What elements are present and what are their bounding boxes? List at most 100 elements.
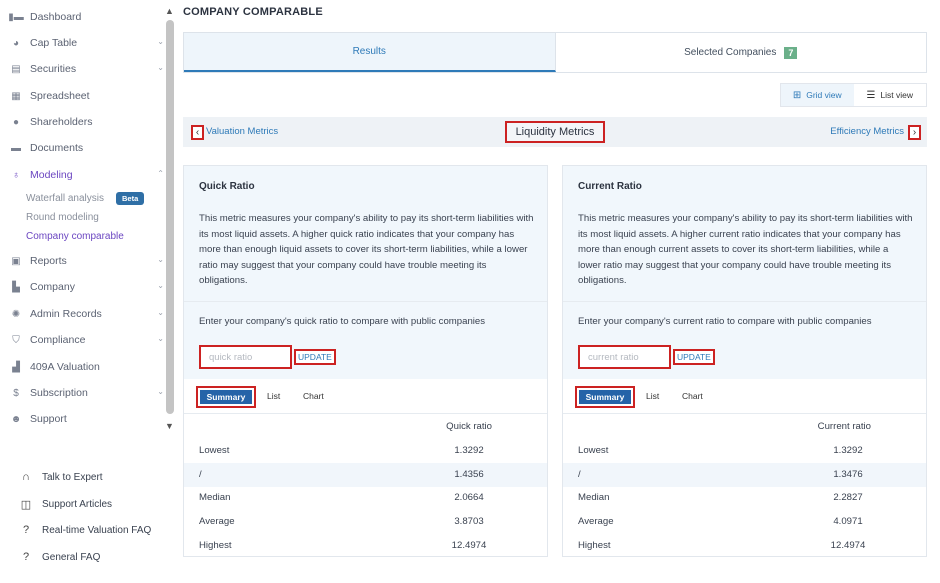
help-icon: ? <box>22 524 30 536</box>
footer-talk-to-expert[interactable]: ∩ Talk to Expert <box>20 468 103 486</box>
sidebar-sub-company-comparable[interactable]: Company comparable <box>26 228 124 244</box>
sidebar: ▮▬ Dashboard ◕ Cap Table ⌄ ▤ Securities … <box>0 0 176 583</box>
divider <box>184 301 547 302</box>
table-column-header: Current ratio <box>817 421 871 432</box>
help-icon: ? <box>22 551 30 563</box>
sidebar-item-admin-records[interactable]: ✺ Admin Records ⌄ <box>10 303 166 325</box>
list-icon: ☰ <box>866 89 876 101</box>
summary-tab-wrapper: Summary <box>575 386 635 408</box>
headset-icon: ∩ <box>22 471 30 483</box>
tab-results[interactable]: Results <box>184 33 556 72</box>
prev-metric-chevron-left-icon[interactable]: ‹ <box>191 125 204 140</box>
sidebar-item-compliance[interactable]: ⛉ Compliance ⌄ <box>10 329 166 351</box>
table-row: Median 2.0664 <box>199 492 484 503</box>
dashboard-icon: ▮▬ <box>8 11 24 23</box>
building-icon: ▙ <box>12 281 20 293</box>
list-tab[interactable]: List <box>267 391 280 401</box>
main-content: COMPANY COMPARABLE Results Selected Comp… <box>183 0 927 583</box>
card-description: This metric measures your company's abil… <box>578 213 913 286</box>
tab-selected-companies[interactable]: Selected Companies 7 <box>556 33 927 72</box>
pie-chart-icon: ◕ <box>12 37 20 49</box>
table-row: Lowest 1.3292 <box>199 445 484 456</box>
update-button[interactable]: UPDATE <box>294 349 336 365</box>
metric-navigator: ‹ Valuation Metrics Liquidity Metrics Ef… <box>183 117 927 147</box>
sidebar-item-securities[interactable]: ▤ Securities ⌄ <box>10 58 166 80</box>
sidebar-scrollbar[interactable] <box>166 20 174 414</box>
summary-tab-wrapper: Summary <box>196 386 256 408</box>
support-icon: ☻ <box>10 413 22 425</box>
chevron-up-icon: ⌃ <box>157 169 164 178</box>
current-metric-title: Liquidity Metrics <box>505 121 605 143</box>
sidebar-item-support[interactable]: ☻ Support <box>10 408 166 430</box>
current-ratio-input[interactable] <box>578 345 671 369</box>
view-subtabs: Summary List Chart <box>184 380 547 414</box>
summary-tab[interactable]: Summary <box>579 390 631 404</box>
chevron-down-icon: ⌄ <box>157 37 164 46</box>
sidebar-item-dashboard[interactable]: ▮▬ Dashboard <box>8 6 166 28</box>
scroll-up-arrow-icon[interactable]: ▲ <box>165 6 174 16</box>
sidebar-item-documents[interactable]: ▬ Documents <box>10 137 166 159</box>
chevron-down-icon: ⌄ <box>157 63 164 72</box>
prev-metric-link[interactable]: Valuation Metrics <box>206 126 278 137</box>
report-icon: ▣ <box>11 255 21 267</box>
grid-icon: ▦ <box>11 90 21 102</box>
sidebar-sub-round-modeling[interactable]: Round modeling <box>26 209 99 225</box>
view-toggle: ⊞ Grid view ☰ List view <box>780 83 927 107</box>
sidebar-item-company[interactable]: ▙ Company ⌄ <box>10 276 166 298</box>
sidebar-item-cap-table[interactable]: ◕ Cap Table ⌄ <box>10 32 166 54</box>
chevron-down-icon: ⌄ <box>157 387 164 396</box>
chevron-down-icon: ⌄ <box>157 281 164 290</box>
scroll-down-arrow-icon[interactable]: ▼ <box>165 421 174 431</box>
table-row: Lowest 1.3292 <box>578 445 863 456</box>
book-icon: ◫ <box>20 498 32 511</box>
next-metric-chevron-right-icon[interactable]: › <box>908 125 921 140</box>
table-row: Median 2.2827 <box>578 492 863 503</box>
tabs: Results Selected Companies 7 <box>183 32 927 73</box>
table-row: / 1.3476 <box>563 463 926 487</box>
summary-tab[interactable]: Summary <box>200 390 252 404</box>
footer-support-articles[interactable]: ◫ Support Articles <box>20 495 112 513</box>
sidebar-item-spreadsheet[interactable]: ▦ Spreadsheet <box>10 85 166 107</box>
card-title: Quick Ratio <box>199 181 255 192</box>
quick-ratio-input[interactable] <box>199 345 292 369</box>
dollar-icon: $ <box>13 387 19 399</box>
sidebar-item-subscription[interactable]: $ Subscription ⌄ <box>10 382 166 404</box>
grid-view-button[interactable]: ⊞ Grid view <box>781 84 854 106</box>
footer-valuation-faq[interactable]: ? Real-time Valuation FAQ <box>20 521 151 539</box>
sidebar-item-reports[interactable]: ▣ Reports ⌄ <box>10 250 166 272</box>
card-prompt: Enter your company's quick ratio to comp… <box>199 316 486 327</box>
footer-general-faq[interactable]: ? General FAQ <box>20 548 100 566</box>
list-tab[interactable]: List <box>646 391 659 401</box>
update-button[interactable]: UPDATE <box>673 349 715 365</box>
view-subtabs: Summary List Chart <box>563 380 926 414</box>
gear-icon: ✺ <box>11 308 21 320</box>
sidebar-item-shareholders[interactable]: ● Shareholders <box>10 111 166 133</box>
divider <box>563 301 926 302</box>
user-icon: ● <box>12 116 20 128</box>
sidebar-item-modeling[interactable]: ♁ Modeling ⌃ <box>10 164 166 186</box>
lightbulb-icon: ♁ <box>12 169 20 181</box>
current-ratio-card: Current Ratio This metric measures your … <box>562 165 927 557</box>
card-prompt: Enter your company's current ratio to co… <box>578 316 872 327</box>
next-metric-link[interactable]: Efficiency Metrics <box>830 126 904 137</box>
table-row: / 1.4356 <box>184 463 547 487</box>
chevron-down-icon: ⌄ <box>157 255 164 264</box>
chevron-down-icon: ⌄ <box>157 308 164 317</box>
sidebar-item-409a-valuation[interactable]: ▟ 409A Valuation <box>10 356 166 378</box>
table-row: Average 3.8703 <box>199 516 484 527</box>
chevron-down-icon: ⌄ <box>157 334 164 343</box>
beta-badge: Beta <box>116 191 145 205</box>
table-row: Highest 12.4974 <box>199 540 487 551</box>
card-title: Current Ratio <box>578 181 642 192</box>
list-view-button[interactable]: ☰ List view <box>854 84 927 106</box>
selected-count-badge: 7 <box>784 46 798 59</box>
chart-tab[interactable]: Chart <box>682 391 703 401</box>
chart-tab[interactable]: Chart <box>303 391 324 401</box>
app: ▮▬ Dashboard ◕ Cap Table ⌄ ▤ Securities … <box>0 0 940 583</box>
quick-ratio-card: Quick Ratio This metric measures your co… <box>183 165 548 557</box>
bar-chart-icon: ▟ <box>12 361 20 373</box>
shield-icon: ⛉ <box>12 334 20 346</box>
table-row: Average 4.0971 <box>578 516 863 527</box>
sidebar-sub-waterfall[interactable]: Waterfall analysis Beta <box>26 190 145 206</box>
grid-icon: ⊞ <box>792 89 802 101</box>
